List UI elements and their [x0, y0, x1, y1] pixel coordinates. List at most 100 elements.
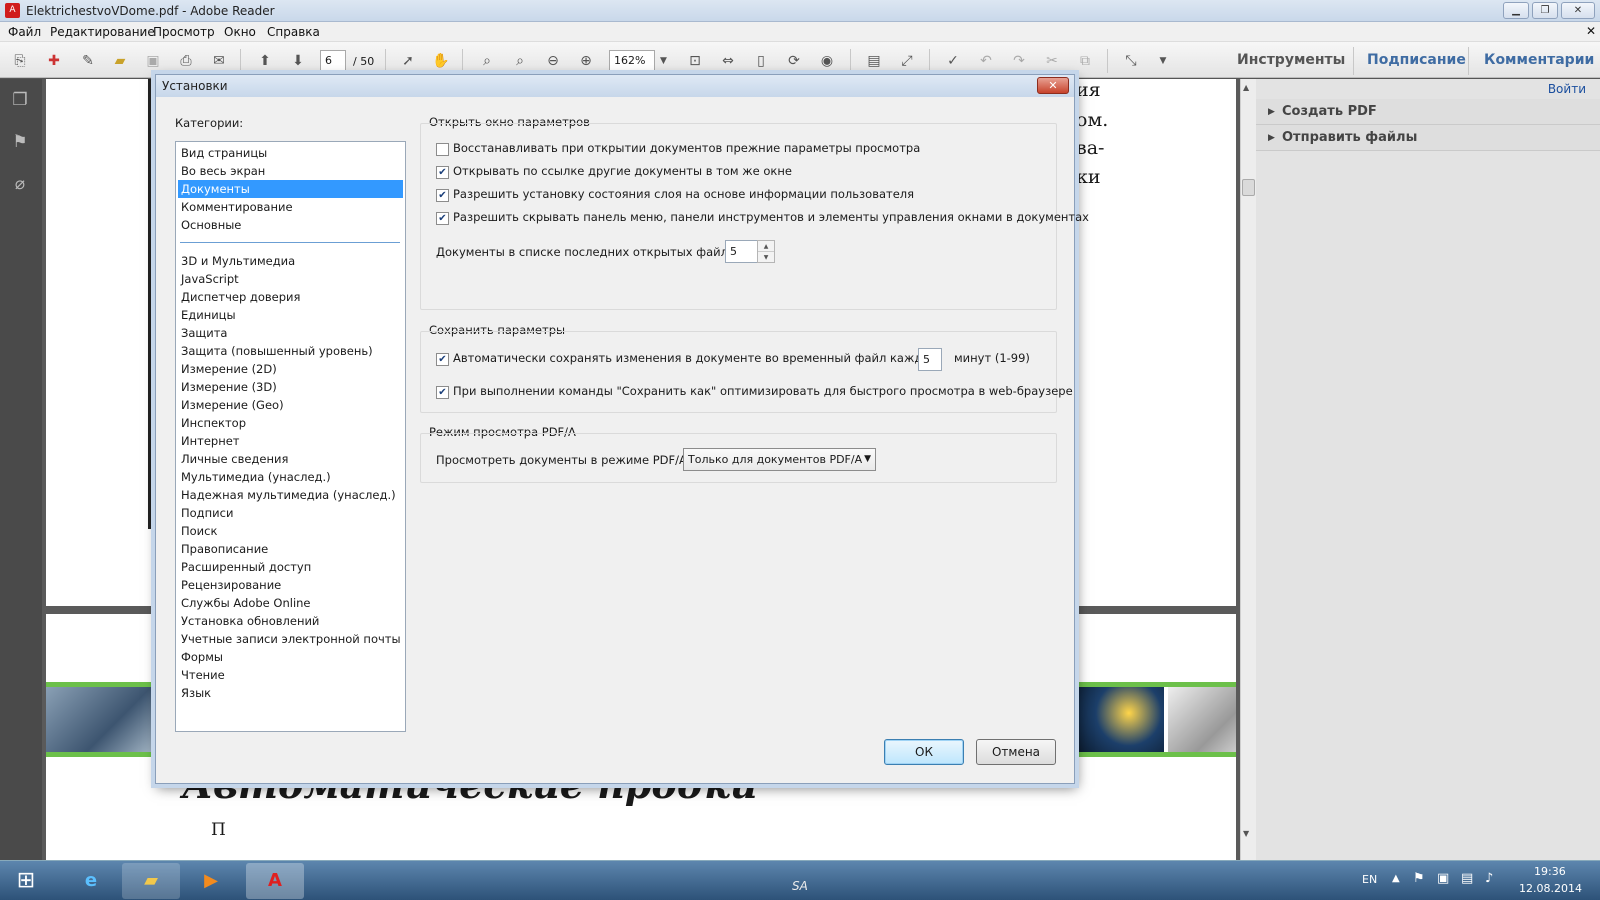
category-item[interactable]: Надежная мультимедиа (унаслед.) — [178, 486, 403, 504]
fit-page-icon[interactable]: ▯ — [750, 50, 772, 72]
email-icon[interactable]: ✉ — [208, 50, 230, 72]
tab-tools[interactable]: Инструменты — [1237, 52, 1345, 68]
category-item[interactable]: Установка обновлений — [178, 612, 403, 630]
menu-file[interactable]: Файл — [8, 25, 41, 39]
actual-size-icon[interactable]: ⊡ — [684, 50, 706, 72]
create-pdf-section[interactable]: ▶ Создать PDF — [1256, 99, 1600, 125]
device-icon[interactable]: ▣ — [1437, 871, 1449, 886]
toolbar-overflow-icon[interactable]: ▼ — [1152, 50, 1174, 72]
login-link[interactable]: Войти — [1548, 82, 1586, 96]
category-item-selected[interactable]: Документы — [178, 180, 403, 198]
category-item[interactable]: 3D и Мультимедиа — [178, 252, 403, 270]
category-item[interactable]: Расширенный доступ — [178, 558, 403, 576]
attachments-icon[interactable]: ⌀ — [9, 173, 31, 195]
autosave-checkbox[interactable]: ✔ — [436, 353, 449, 366]
create-from-file-icon[interactable]: ✚ — [43, 50, 65, 72]
hand-tool-icon[interactable]: ✋ — [430, 50, 452, 72]
category-item[interactable]: Комментирование — [178, 198, 403, 216]
recent-docs-input[interactable]: 5 — [725, 240, 758, 263]
category-item[interactable]: Мультимедиа (унаслед.) — [178, 468, 403, 486]
scrollbar-thumb[interactable] — [1242, 179, 1255, 196]
category-item[interactable]: Язык — [178, 684, 403, 702]
fit-width-icon[interactable]: ⇔ — [717, 50, 739, 72]
send-files-section[interactable]: ▶ Отправить файлы — [1256, 125, 1600, 151]
restore-button[interactable]: ❐ — [1532, 2, 1558, 19]
spellcheck-icon[interactable]: ✓ — [942, 50, 964, 72]
category-item[interactable]: Правописание — [178, 540, 403, 558]
explorer-folder-icon[interactable]: ▰ — [122, 863, 180, 899]
save-icon[interactable]: ▣ — [142, 50, 164, 72]
category-item[interactable]: Инспектор — [178, 414, 403, 432]
stamp-icon[interactable]: ◉ — [816, 50, 838, 72]
prev-page-icon[interactable]: ⬆ — [254, 50, 276, 72]
menu-help[interactable]: Справка — [267, 25, 320, 39]
clock-date[interactable]: 12.08.2014 — [1519, 882, 1582, 895]
zoom-in-icon[interactable]: ⊕ — [575, 50, 597, 72]
restore-view-checkbox[interactable] — [436, 143, 449, 156]
create-pdf-icon[interactable]: ⎘ — [9, 50, 31, 72]
tab-comments[interactable]: Комментарии — [1484, 52, 1594, 68]
category-item[interactable]: JavaScript — [178, 270, 403, 288]
menu-window[interactable]: Окно — [224, 25, 256, 39]
bookmarks-icon[interactable]: ⚑ — [9, 131, 31, 153]
menu-view[interactable]: Просмотр — [153, 25, 215, 39]
print-icon[interactable]: ⎙ — [175, 50, 197, 72]
minimize-button[interactable]: ▁ — [1503, 2, 1529, 19]
category-item[interactable]: Во весь экран — [178, 162, 403, 180]
cut-icon[interactable]: ✂ — [1041, 50, 1063, 72]
category-item[interactable]: Защита (повышенный уровень) — [178, 342, 403, 360]
pdfa-mode-select[interactable]: Только для документов PDF/A ▼ — [683, 448, 876, 471]
category-item[interactable]: Личные сведения — [178, 450, 403, 468]
close-document-icon[interactable]: ✕ — [1586, 24, 1596, 38]
select-tool-icon[interactable]: ➚ — [397, 50, 419, 72]
category-item[interactable]: Подписи — [178, 504, 403, 522]
zoom-input[interactable]: 162% — [609, 50, 655, 72]
category-item[interactable]: Измерение (2D) — [178, 360, 403, 378]
single-page-icon[interactable]: ▤ — [863, 50, 885, 72]
category-item[interactable]: Единицы — [178, 306, 403, 324]
cancel-button[interactable]: Отмена — [976, 739, 1056, 765]
category-item[interactable]: Службы Adobe Online — [178, 594, 403, 612]
close-window-button[interactable]: ✕ — [1561, 2, 1595, 19]
clock-time[interactable]: 19:36 — [1534, 865, 1566, 878]
categories-list[interactable]: Вид страницы Во весь экран Документы Ком… — [175, 141, 406, 732]
layer-state-checkbox[interactable]: ✔ — [436, 189, 449, 202]
next-page-icon[interactable]: ⬇ — [287, 50, 309, 72]
category-item[interactable]: Измерение (Geo) — [178, 396, 403, 414]
category-item[interactable]: Основные — [178, 216, 403, 234]
network-icon[interactable]: ▤ — [1461, 871, 1473, 886]
rotate-icon[interactable]: ⟳ — [783, 50, 805, 72]
menu-edit[interactable]: Редактирование — [50, 25, 155, 39]
show-hidden-icons[interactable]: ▲ — [1392, 873, 1400, 884]
internet-explorer-icon[interactable]: e — [62, 863, 120, 899]
open-folder-icon[interactable]: ▰ — [109, 50, 131, 72]
vertical-scrollbar[interactable]: ▲ ▼ — [1240, 79, 1256, 860]
dialog-close-button[interactable]: ✕ — [1037, 77, 1069, 94]
category-item[interactable]: Поиск — [178, 522, 403, 540]
tab-sign[interactable]: Подписание — [1367, 52, 1466, 68]
page-thumbnails-icon[interactable]: ❐ — [9, 89, 31, 111]
zoom-dropdown-icon[interactable]: ▼ — [655, 50, 672, 72]
hide-menubar-checkbox[interactable]: ✔ — [436, 212, 449, 225]
category-item[interactable]: Измерение (3D) — [178, 378, 403, 396]
zoom-out-icon[interactable]: ⊖ — [542, 50, 564, 72]
marquee-zoom-icon[interactable]: ⌕ — [476, 50, 498, 72]
dynamic-zoom-icon[interactable]: ⌕ — [509, 50, 531, 72]
start-button-icon[interactable]: ⊞ — [2, 863, 50, 899]
read-mode-icon[interactable]: ⤡ — [1120, 50, 1142, 72]
category-item[interactable]: Диспетчер доверия — [178, 288, 403, 306]
recent-docs-stepper[interactable]: ▲ ▼ — [757, 240, 775, 263]
language-indicator[interactable]: EN — [1362, 873, 1377, 886]
copy-icon[interactable]: ⧉ — [1074, 50, 1096, 72]
media-player-icon[interactable]: ▶ — [182, 863, 240, 899]
category-item[interactable]: Интернет — [178, 432, 403, 450]
undo-icon[interactable]: ↶ — [975, 50, 997, 72]
same-window-checkbox[interactable]: ✔ — [436, 166, 449, 179]
page-number-input[interactable]: 6 — [320, 50, 346, 72]
category-item[interactable]: Вид страницы — [178, 144, 403, 162]
category-item[interactable]: Чтение — [178, 666, 403, 684]
optimize-web-checkbox[interactable]: ✔ — [436, 386, 449, 399]
redo-icon[interactable]: ↷ — [1008, 50, 1030, 72]
adobe-reader-taskbar-icon[interactable]: A — [246, 863, 304, 899]
autosave-minutes-input[interactable]: 5 — [918, 348, 942, 371]
